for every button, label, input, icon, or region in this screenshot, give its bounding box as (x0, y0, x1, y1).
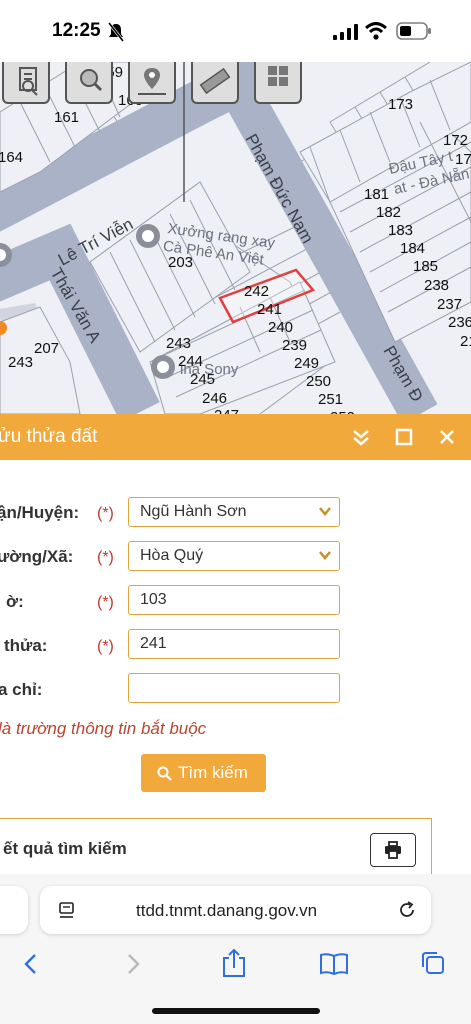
forward-icon[interactable] (122, 952, 144, 976)
address-input[interactable] (128, 673, 340, 703)
printer-icon (385, 841, 401, 859)
parcel-number[interactable]: 17 (455, 151, 471, 168)
bell-slash-icon (107, 22, 125, 42)
home-indicator (152, 1008, 320, 1014)
parcel-number[interactable]: 247 (214, 407, 239, 414)
required-mark: (*) (97, 549, 114, 566)
parcel-number[interactable]: 251 (318, 391, 343, 408)
required-mark: (*) (97, 594, 114, 611)
parcel-number[interactable]: 172 (443, 132, 468, 149)
sheet-number-value: 103 (140, 591, 167, 608)
panel-title: ửu thửa đất (0, 426, 98, 447)
wifi-icon (365, 22, 387, 40)
page-menu-icon[interactable] (58, 901, 76, 919)
map-tool-measure[interactable] (2, 62, 50, 104)
sheet-number-input[interactable]: 103 (128, 585, 340, 615)
signal-icon (333, 24, 358, 40)
url-text: ttdd.tnmt.danang.gov.vn (136, 901, 318, 920)
browser-toolbar: ttdd.tnmt.danang.gov.vn (0, 874, 471, 1024)
search-icon (157, 766, 172, 781)
required-note: là trường thông tin bắt buộc (0, 719, 207, 738)
parcel-number[interactable]: 236 (448, 314, 471, 331)
sheet-number-label: ờ: (6, 592, 24, 611)
parcel-search-panel: ửu thửa đất ận/Huyện: (*) Ngũ Hành Sơn ư… (0, 414, 471, 888)
parcel-number[interactable]: 250 (306, 373, 331, 390)
parcel-number[interactable]: 183 (388, 222, 413, 239)
map-pin-icon (138, 68, 166, 95)
parcel-number[interactable]: 161 (54, 109, 79, 126)
search-label: Tìm kiếm (178, 763, 248, 782)
parcel-number[interactable]: 249 (294, 355, 319, 372)
battery-icon (396, 22, 431, 40)
results-title: ết quả tìm kiếm (3, 839, 127, 858)
document-search-icon (19, 67, 38, 96)
district-select[interactable]: Ngũ Hành Sơn (128, 497, 340, 527)
close-icon[interactable] (434, 424, 460, 450)
grid-icon (268, 66, 288, 86)
bookmarks-icon[interactable] (319, 952, 349, 976)
print-button[interactable] (370, 833, 416, 867)
address-bar[interactable]: ttdd.tnmt.danang.gov.vn (40, 886, 431, 934)
ward-select[interactable]: Hòa Quý (128, 541, 340, 571)
parcel-number[interactable]: 181 (364, 186, 389, 203)
chevron-down-icon (319, 507, 331, 516)
poi-store-icon[interactable] (151, 355, 175, 379)
address-label: a chỉ: (0, 680, 43, 699)
collapse-icon[interactable] (348, 424, 374, 450)
map-tool-search-zoom[interactable] (65, 62, 113, 104)
status-bar: 12:25 (0, 0, 471, 62)
required-mark: (*) (97, 638, 114, 655)
parcel-number-label: thửa: (4, 636, 48, 655)
ward-label: ường/Xã: (0, 547, 74, 566)
parcel-number[interactable]: 237 (437, 296, 462, 313)
parcel-number[interactable]: 238 (424, 277, 449, 294)
back-icon[interactable] (20, 952, 42, 976)
tabs-icon[interactable] (420, 950, 446, 976)
reload-icon[interactable] (397, 900, 417, 920)
ruler-icon (199, 67, 231, 95)
parcel-number[interactable]: 244 (178, 353, 203, 370)
district-value: Ngũ Hành Sơn (140, 503, 247, 520)
map-canvas[interactable]: Lê Trí Viễn Phạm Đức Nam Thái Văn A Phạm… (0, 62, 471, 414)
maximize-icon[interactable] (391, 424, 417, 450)
ward-value: Hòa Quý (140, 547, 204, 564)
parcel-number[interactable]: 246 (202, 390, 227, 407)
poi-cafe-icon[interactable] (136, 224, 160, 248)
parcel-number[interactable]: 164 (0, 149, 23, 166)
map-tool-grid[interactable] (254, 62, 302, 104)
previous-tab-preview[interactable] (0, 886, 28, 934)
parcel-number[interactable]: 203 (168, 254, 193, 271)
parcel-number[interactable]: 185 (413, 258, 438, 275)
panel-header: ửu thửa đất (0, 414, 471, 460)
parcel-number[interactable]: 184 (400, 240, 425, 257)
parcel-number[interactable]: 242 (244, 283, 269, 300)
district-label: ận/Huyện: (0, 503, 80, 522)
parcel-number[interactable]: 239 (282, 337, 307, 354)
required-mark: (*) (97, 505, 114, 522)
parcel-number[interactable]: 21 (460, 333, 471, 350)
chevron-down-icon (319, 551, 331, 560)
parcel-number[interactable]: 173 (388, 96, 413, 113)
parcel-number-input[interactable]: 241 (128, 629, 340, 659)
map-tool-location[interactable] (128, 62, 176, 104)
parcel-number[interactable]: 245 (190, 371, 215, 388)
map-view[interactable]: Lê Trí Viễn Phạm Đức Nam Thái Văn A Phạm… (0, 62, 471, 414)
parcel-number[interactable]: 240 (268, 319, 293, 336)
parcel-number[interactable]: 207 (34, 340, 59, 357)
share-icon[interactable] (221, 948, 247, 978)
parcel-number[interactable]: 243 (166, 335, 191, 352)
map-tool-ruler[interactable] (191, 62, 239, 104)
parcel-number[interactable]: 243 (8, 354, 33, 371)
search-button[interactable]: Tìm kiếm (141, 754, 266, 792)
status-time: 12:25 (52, 20, 101, 41)
parcel-number-value: 241 (140, 635, 167, 652)
magnifier-icon (80, 69, 103, 92)
parcel-number[interactable]: 241 (257, 301, 282, 318)
parcel-number[interactable]: 182 (376, 204, 401, 221)
